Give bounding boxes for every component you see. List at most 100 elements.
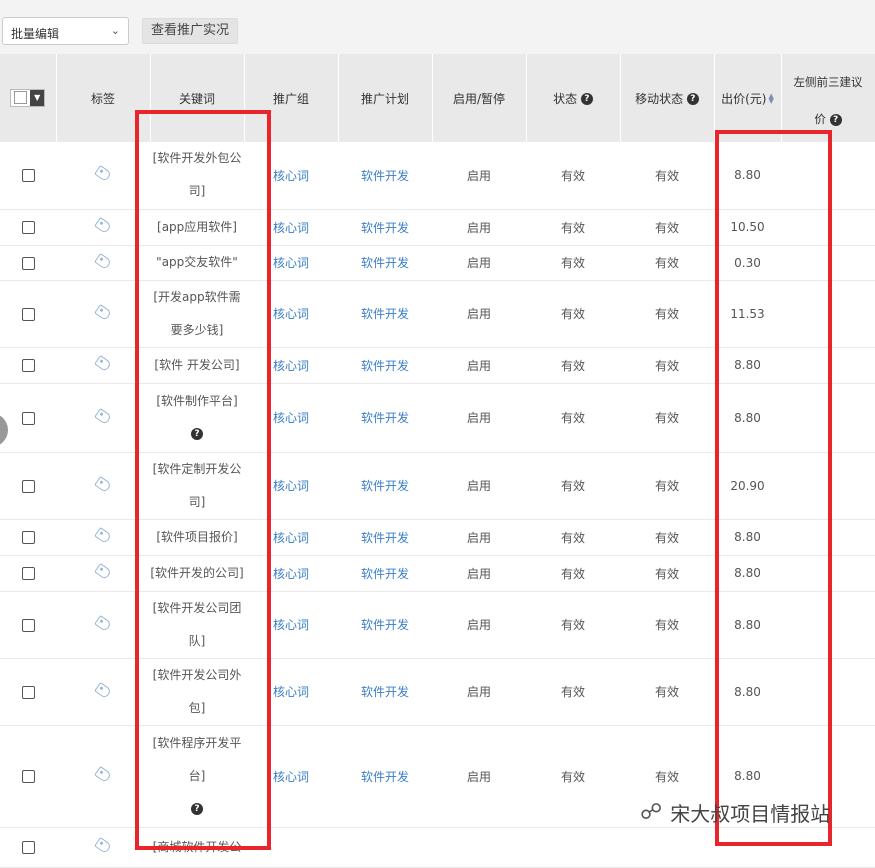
chevron-down-icon: ⌄ bbox=[110, 24, 120, 37]
group-link[interactable]: 核心词 bbox=[273, 221, 309, 235]
header-mobile-status: 移动状态 ? bbox=[620, 54, 715, 142]
plan-link[interactable]: 软件开发 bbox=[361, 531, 409, 545]
status-cell: 有效 bbox=[526, 142, 620, 210]
tag-icon[interactable] bbox=[94, 354, 112, 373]
view-live-button[interactable]: 查看推广实况 bbox=[142, 18, 239, 44]
group-link[interactable]: 核心词 bbox=[273, 256, 309, 270]
row-checkbox[interactable] bbox=[21, 169, 35, 183]
plan-cell: 软件开发 bbox=[338, 347, 432, 384]
enable-cell[interactable]: 启用 bbox=[432, 245, 526, 281]
group-link[interactable]: 核心词 bbox=[273, 307, 309, 321]
tag-icon[interactable] bbox=[94, 562, 112, 581]
row-checkbox[interactable] bbox=[21, 256, 35, 270]
keyword-highlight-box bbox=[135, 110, 271, 850]
row-select-cell bbox=[0, 245, 56, 281]
triangle-down-icon[interactable]: ▼ bbox=[30, 89, 45, 106]
mobile-status-cell: 有效 bbox=[620, 209, 714, 246]
bid-highlight-box bbox=[715, 130, 832, 846]
help-icon[interactable]: ? bbox=[580, 93, 593, 105]
tag-icon[interactable] bbox=[94, 165, 112, 183]
enable-cell[interactable]: 启用 bbox=[432, 519, 526, 556]
tag-icon[interactable] bbox=[94, 836, 112, 855]
mobile-status-cell: 有效 bbox=[620, 245, 714, 281]
enable-cell[interactable]: 启用 bbox=[432, 383, 526, 453]
row-select-cell bbox=[0, 383, 56, 453]
tag-icon[interactable] bbox=[94, 475, 112, 493]
sort-icon[interactable]: ▲ ▼ bbox=[768, 93, 773, 105]
status-cell: 有效 bbox=[526, 658, 620, 726]
table-header-row: ▼ 标签 关键词 推广组 推广计划 启用/暂停 状态 ? 移动状态 ? 出价(元… bbox=[0, 54, 875, 142]
mobile-status-cell: 有效 bbox=[620, 280, 714, 348]
row-checkbox[interactable] bbox=[21, 567, 35, 580]
row-checkbox[interactable] bbox=[21, 841, 35, 854]
plan-cell: 软件开发 bbox=[338, 555, 432, 592]
plan-link[interactable]: 软件开发 bbox=[361, 685, 409, 699]
plan-link[interactable]: 软件开发 bbox=[361, 359, 409, 373]
status-cell: 有效 bbox=[526, 245, 620, 281]
header-status-label: 状态 bbox=[553, 91, 578, 106]
enable-cell[interactable] bbox=[432, 827, 526, 868]
row-select-cell bbox=[0, 280, 56, 348]
group-link[interactable]: 核心词 bbox=[273, 479, 309, 493]
group-link[interactable]: 核心词 bbox=[273, 411, 309, 425]
group-link[interactable]: 核心词 bbox=[273, 618, 309, 632]
plan-link[interactable]: 软件开发 bbox=[361, 770, 409, 784]
row-checkbox[interactable] bbox=[21, 221, 35, 234]
enable-cell[interactable]: 启用 bbox=[432, 142, 526, 210]
group-link[interactable]: 核心词 bbox=[273, 567, 309, 581]
enable-cell[interactable]: 启用 bbox=[432, 209, 526, 246]
group-link[interactable]: 核心词 bbox=[273, 531, 309, 545]
plan-cell: 软件开发 bbox=[338, 209, 432, 246]
plan-cell bbox=[338, 827, 432, 868]
enable-cell[interactable]: 启用 bbox=[432, 347, 526, 384]
row-checkbox[interactable] bbox=[21, 307, 35, 321]
tag-icon[interactable] bbox=[94, 216, 112, 235]
group-link[interactable]: 核心词 bbox=[273, 169, 309, 183]
enable-cell[interactable]: 启用 bbox=[432, 452, 526, 520]
header-bid[interactable]: 出价(元) ▲ ▼ bbox=[714, 54, 782, 142]
plan-link[interactable]: 软件开发 bbox=[361, 479, 409, 493]
header-enable: 启用/暂停 bbox=[432, 54, 527, 142]
group-link[interactable]: 核心词 bbox=[273, 770, 309, 784]
plan-cell: 软件开发 bbox=[338, 591, 432, 659]
row-select-cell bbox=[0, 452, 56, 520]
plan-link[interactable]: 软件开发 bbox=[361, 169, 409, 183]
plan-cell: 软件开发 bbox=[338, 245, 432, 281]
batch-edit-select[interactable]: 批量编辑 ⌄ bbox=[2, 17, 129, 45]
mobile-status-cell: 有效 bbox=[620, 555, 714, 592]
select-all-checkbox[interactable]: ▼ bbox=[10, 88, 46, 107]
enable-cell[interactable]: 启用 bbox=[432, 725, 526, 828]
row-checkbox[interactable] bbox=[21, 411, 35, 425]
plan-link[interactable]: 软件开发 bbox=[361, 221, 409, 235]
tag-icon[interactable] bbox=[94, 614, 112, 632]
plan-link[interactable]: 软件开发 bbox=[361, 618, 409, 632]
row-checkbox[interactable] bbox=[21, 685, 35, 699]
row-checkbox[interactable] bbox=[21, 531, 35, 544]
row-checkbox[interactable] bbox=[21, 479, 35, 493]
plan-link[interactable]: 软件开发 bbox=[361, 411, 409, 425]
plan-link[interactable]: 软件开发 bbox=[361, 256, 409, 270]
tag-icon[interactable] bbox=[94, 252, 112, 270]
tag-icon[interactable] bbox=[94, 303, 112, 321]
row-checkbox[interactable] bbox=[21, 770, 35, 783]
header-bid-label: 出价(元) bbox=[721, 91, 767, 106]
enable-cell[interactable]: 启用 bbox=[432, 555, 526, 592]
select-all-header[interactable]: ▼ bbox=[0, 54, 57, 142]
row-checkbox[interactable] bbox=[21, 618, 35, 632]
row-checkbox[interactable] bbox=[21, 359, 35, 372]
enable-cell[interactable]: 启用 bbox=[432, 658, 526, 726]
plan-cell: 软件开发 bbox=[338, 142, 432, 210]
tag-icon[interactable] bbox=[94, 407, 112, 425]
group-link[interactable]: 核心词 bbox=[273, 685, 309, 699]
enable-cell[interactable]: 启用 bbox=[432, 280, 526, 348]
group-link[interactable]: 核心词 bbox=[273, 359, 309, 373]
tag-icon[interactable] bbox=[94, 526, 112, 545]
help-icon[interactable]: ? bbox=[829, 113, 842, 126]
tag-icon[interactable] bbox=[94, 765, 112, 784]
status-cell: 有效 bbox=[526, 280, 620, 348]
help-icon[interactable]: ? bbox=[686, 93, 699, 105]
plan-link[interactable]: 软件开发 bbox=[361, 567, 409, 581]
tag-icon[interactable] bbox=[94, 681, 112, 699]
plan-link[interactable]: 软件开发 bbox=[361, 307, 409, 321]
enable-cell[interactable]: 启用 bbox=[432, 591, 526, 659]
